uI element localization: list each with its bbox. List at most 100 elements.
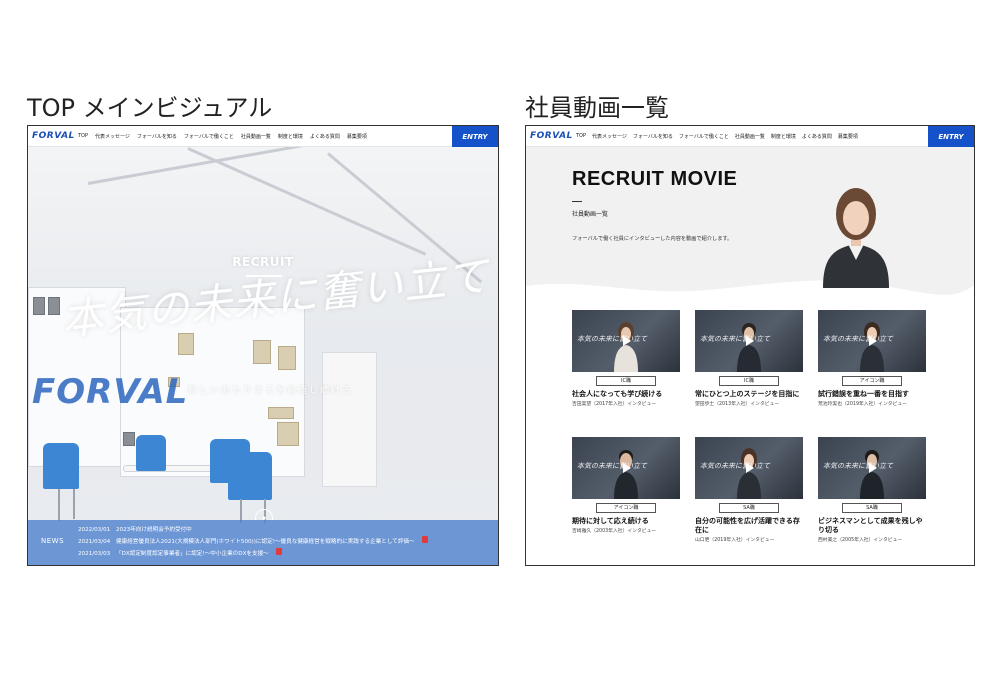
movie-thumbnail[interactable]: 本気の未来に奮い立て xyxy=(695,310,803,372)
play-icon xyxy=(869,463,877,473)
movie-card[interactable]: 本気の未来に奮い立て アイコン職 期待に対して応え続ける 吉崎雅久（2003年入… xyxy=(572,437,680,534)
movie-thumbnail[interactable]: 本気の未来に奮い立て xyxy=(695,437,803,499)
door xyxy=(322,352,377,487)
play-icon xyxy=(746,463,754,473)
chair xyxy=(43,443,79,489)
nav-item-message[interactable]: 代表メッセージ xyxy=(95,133,130,140)
nav-item-faq[interactable]: よくある質問 xyxy=(310,133,340,140)
news-item[interactable]: 2021/03/04 健康経営優良法人2021(大規模法人部門(ホワイト500)… xyxy=(78,536,492,548)
movie-card[interactable]: 本気の未来に奮い立て IC職 常にひとつ上のステージを目指に 望田歩士（2013… xyxy=(695,310,803,407)
movie-list-screenshot: FORVAL TOP 代表メッセージ フォーバルを知る フォーバルで働くこと 社… xyxy=(525,125,975,566)
movie-card-title[interactable]: 試行錯誤を重ね一番を目指す xyxy=(818,390,926,399)
thumbnail-catchcopy: 本気の未来に奮い立て xyxy=(700,462,770,470)
certificate-frame xyxy=(277,422,299,446)
news-date: 2022/03/01 xyxy=(78,527,111,533)
thumbnail-catchcopy: 本気の未来に奮い立て xyxy=(823,462,893,470)
nav-item-movies[interactable]: 社員動画一覧 xyxy=(241,133,271,140)
thumbnail-catchcopy: 本気の未来に奮い立て xyxy=(700,335,770,343)
thumbnail-catchcopy: 本気の未来に奮い立て xyxy=(577,462,647,470)
job-category-tag: SA職 xyxy=(719,503,779,513)
hero-person-photo xyxy=(823,188,889,288)
hero-subcopy: 新しいあたりまえを創造し続ける xyxy=(188,386,354,396)
nav-item-work[interactable]: フォーバルで働くこと xyxy=(679,133,729,140)
movie-card-meta: 山口更（2019年入社）インタビュー xyxy=(695,538,775,543)
chair-leg xyxy=(73,489,75,519)
chair xyxy=(228,452,272,500)
forval-logo[interactable]: FORVAL xyxy=(32,131,78,141)
movie-card[interactable]: 本気の未来に奮い立て IC職 社会人になっても学び続ける 吉田実望（2017年入… xyxy=(572,310,680,407)
play-icon xyxy=(869,336,877,346)
movie-thumbnail[interactable]: 本気の未来に奮い立て xyxy=(818,310,926,372)
nav-item-about[interactable]: フォーバルを知る xyxy=(633,133,673,140)
news-date: 2021/03/04 xyxy=(78,539,111,545)
news-text: 2023年向け説明会予約受付中 xyxy=(116,527,192,533)
nav-item-about[interactable]: フォーバルを知る xyxy=(137,133,177,140)
news-item[interactable]: 2021/03/03 「DX認定制度認定事業者」に認定!～中小企業のDXを支援～ xyxy=(78,548,492,560)
job-category-tag: SA職 xyxy=(842,503,902,513)
movie-thumbnail[interactable]: 本気の未来に奮い立て xyxy=(572,437,680,499)
forval-logo[interactable]: FORVAL xyxy=(530,131,576,141)
certificate-frame xyxy=(178,333,194,355)
chair-leg xyxy=(58,489,60,521)
movie-card-meta: 荒池玲実也（2019年入社）インタビュー xyxy=(818,402,907,407)
nav-item-message[interactable]: 代表メッセージ xyxy=(592,133,627,140)
nav-item-movies[interactable]: 社員動画一覧 xyxy=(735,133,765,140)
movie-card[interactable]: 本気の未来に奮い立て SA職 自分の可能性を広げ活躍できる存在に 山口更（201… xyxy=(695,437,803,543)
movie-card[interactable]: 本気の未来に奮い立て SA職 ビジネスマンとして成果を残しやり切る 西村美之（2… xyxy=(818,437,926,543)
movie-card-title[interactable]: 期待に対して応え続ける xyxy=(572,517,680,526)
movie-list-heading: 社員動画一覧 xyxy=(525,94,669,122)
news-bar: NEWS 2022/03/01 2023年向け説明会予約受付中 2021/03/… xyxy=(28,520,498,565)
nav-item-requirements[interactable]: 募集要項 xyxy=(838,133,858,140)
movie-card-meta: 吉田実望（2017年入社）インタビュー xyxy=(572,402,657,407)
entry-button[interactable]: ENTRY xyxy=(928,126,974,147)
certificate-frame xyxy=(268,407,294,419)
nav-item-system[interactable]: 制度と環境 xyxy=(278,133,303,140)
thumbnail-catchcopy: 本気の未来に奮い立て xyxy=(577,335,647,343)
play-icon xyxy=(623,463,631,473)
movie-card-meta: 吉崎雅久（2003年入社）インタビュー xyxy=(572,529,657,534)
movie-page-subtitle: 社員動画一覧 xyxy=(572,211,609,218)
movie-card[interactable]: 本気の未来に奮い立て アイコン職 試行錯誤を重ね一番を目指す 荒池玲実也（201… xyxy=(818,310,926,407)
photo-frame xyxy=(33,297,45,315)
entry-button[interactable]: ENTRY xyxy=(452,126,498,147)
nav-item-faq[interactable]: よくある質問 xyxy=(802,133,832,140)
news-item[interactable]: 2022/03/01 2023年向け説明会予約受付中 xyxy=(78,524,492,536)
job-category-tag: IC職 xyxy=(596,376,656,386)
ceiling-line xyxy=(87,147,384,185)
movie-thumbnail[interactable]: 本気の未来に奮い立て xyxy=(572,310,680,372)
movie-card-meta: 西村美之（2005年入社）インタビュー xyxy=(818,538,903,543)
nav-item-requirements[interactable]: 募集要項 xyxy=(347,133,367,140)
movie-page-description: フォーバルで働く社員にインタビューした内容を動画で紹介します。 xyxy=(572,236,733,242)
nav-items: TOP 代表メッセージ フォーバルを知る フォーバルで働くこと 社員動画一覧 制… xyxy=(576,133,974,140)
movie-card-title[interactable]: 社会人になっても学び続ける xyxy=(572,390,680,399)
nav-items: TOP 代表メッセージ フォーバルを知る フォーバルで働くこと 社員動画一覧 制… xyxy=(78,133,498,140)
job-category-tag: IC職 xyxy=(719,376,779,386)
certificate-frame xyxy=(253,340,271,364)
nav-item-system[interactable]: 制度と環境 xyxy=(771,133,796,140)
news-text: 「DX認定制度認定事業者」に認定!～中小企業のDXを支援～ xyxy=(116,551,269,557)
nav-item-top[interactable]: TOP xyxy=(576,133,586,140)
news-list: 2022/03/01 2023年向け説明会予約受付中 2021/03/04 健康… xyxy=(78,524,492,560)
pdf-icon xyxy=(275,548,282,555)
job-category-tag: アイコン職 xyxy=(842,376,902,386)
news-date: 2021/03/03 xyxy=(78,551,111,557)
movie-card-title[interactable]: 自分の可能性を広げ活躍できる存在に xyxy=(695,517,803,535)
ceiling-line xyxy=(187,147,427,256)
top-visual-screenshot: FORVAL TOP 代表メッセージ フォーバルを知る フォーバルで働くこと 社… xyxy=(27,125,499,566)
global-nav: FORVAL TOP 代表メッセージ フォーバルを知る フォーバルで働くこと 社… xyxy=(28,126,498,147)
job-category-tag: アイコン職 xyxy=(596,503,656,513)
photo-frame xyxy=(48,297,60,315)
nav-item-work[interactable]: フォーバルで働くこと xyxy=(184,133,234,140)
movie-card-title[interactable]: 常にひとつ上のステージを目指に xyxy=(695,390,803,399)
nav-item-top[interactable]: TOP xyxy=(78,133,88,140)
movie-card-meta: 望田歩士（2013年入社）インタビュー xyxy=(695,402,780,407)
news-label: NEWS xyxy=(41,537,65,545)
news-text: 健康経営優良法人2021(大規模法人部門(ホワイト500))に認定!～優良な健康… xyxy=(116,539,415,545)
movie-thumbnail[interactable]: 本気の未来に奮い立て xyxy=(818,437,926,499)
chair xyxy=(136,435,166,471)
hero-visual: FORVAL RECRUIT 本気の未来に奮い立て 新しいあたりまえを創造し続け… xyxy=(28,147,498,565)
thumbnail-catchcopy: 本気の未来に奮い立て xyxy=(823,335,893,343)
movie-card-title[interactable]: ビジネスマンとして成果を残しやり切る xyxy=(818,517,926,535)
movie-page-title: RECRUIT MOVIE xyxy=(572,168,738,190)
pdf-icon xyxy=(421,536,428,543)
